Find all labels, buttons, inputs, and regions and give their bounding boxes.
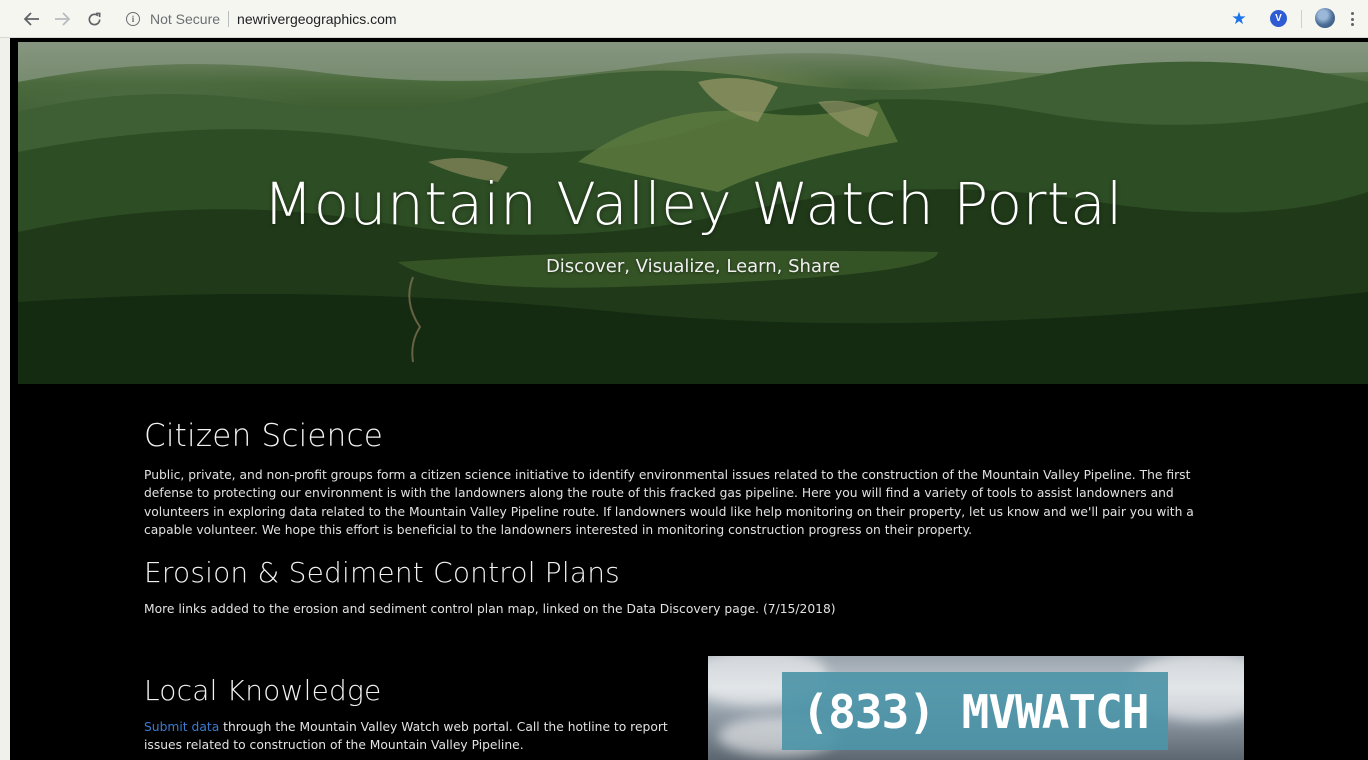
local-knowledge-body: through the Mountain Valley Watch web po… xyxy=(144,720,668,753)
forward-arrow-icon[interactable] xyxy=(51,8,73,30)
hero-banner: Mountain Valley Watch Portal Discover, V… xyxy=(18,42,1368,384)
toolbar-divider xyxy=(1301,10,1302,28)
address-separator xyxy=(228,11,230,27)
security-label: Not Secure xyxy=(150,11,221,27)
back-arrow-icon[interactable] xyxy=(21,8,43,30)
hero-subtitle: Discover, Visualize, Learn, Share xyxy=(545,256,841,277)
citizen-science-heading: Citizen Science xyxy=(144,418,384,454)
hero-title: Mountain Valley Watch Portal xyxy=(263,170,1123,238)
local-knowledge-text: Submit data through the Mountain Valley … xyxy=(144,718,684,755)
web-page: Mountain Valley Watch Portal Discover, V… xyxy=(10,38,1368,760)
url-text[interactable]: newrivergeographics.com xyxy=(237,11,397,27)
submit-data-link[interactable]: Submit data xyxy=(144,720,219,734)
extension-icon[interactable]: V xyxy=(1270,10,1287,27)
erosion-plans-text: More links added to the erosion and sedi… xyxy=(144,602,836,616)
kebab-menu-icon[interactable] xyxy=(1345,9,1359,29)
info-icon[interactable]: i xyxy=(126,12,140,26)
browser-toolbar: i Not Secure newrivergeographics.com ★ V xyxy=(0,0,1368,38)
bookmark-star-icon[interactable]: ★ xyxy=(1229,9,1249,29)
erosion-plans-heading: Erosion & Sediment Control Plans xyxy=(144,556,620,589)
citizen-science-text: Public, private, and non-profit groups f… xyxy=(144,468,1194,537)
hotline-image: (833) MVWATCH xyxy=(708,656,1244,760)
local-knowledge-heading: Local Knowledge xyxy=(144,674,382,707)
profile-avatar[interactable] xyxy=(1315,8,1335,28)
hotline-banner: (833) MVWATCH xyxy=(782,672,1168,750)
hotline-number: (833) MVWATCH xyxy=(801,685,1149,739)
address-bar[interactable]: i Not Secure newrivergeographics.com xyxy=(118,6,1228,32)
reload-icon[interactable] xyxy=(83,8,105,30)
